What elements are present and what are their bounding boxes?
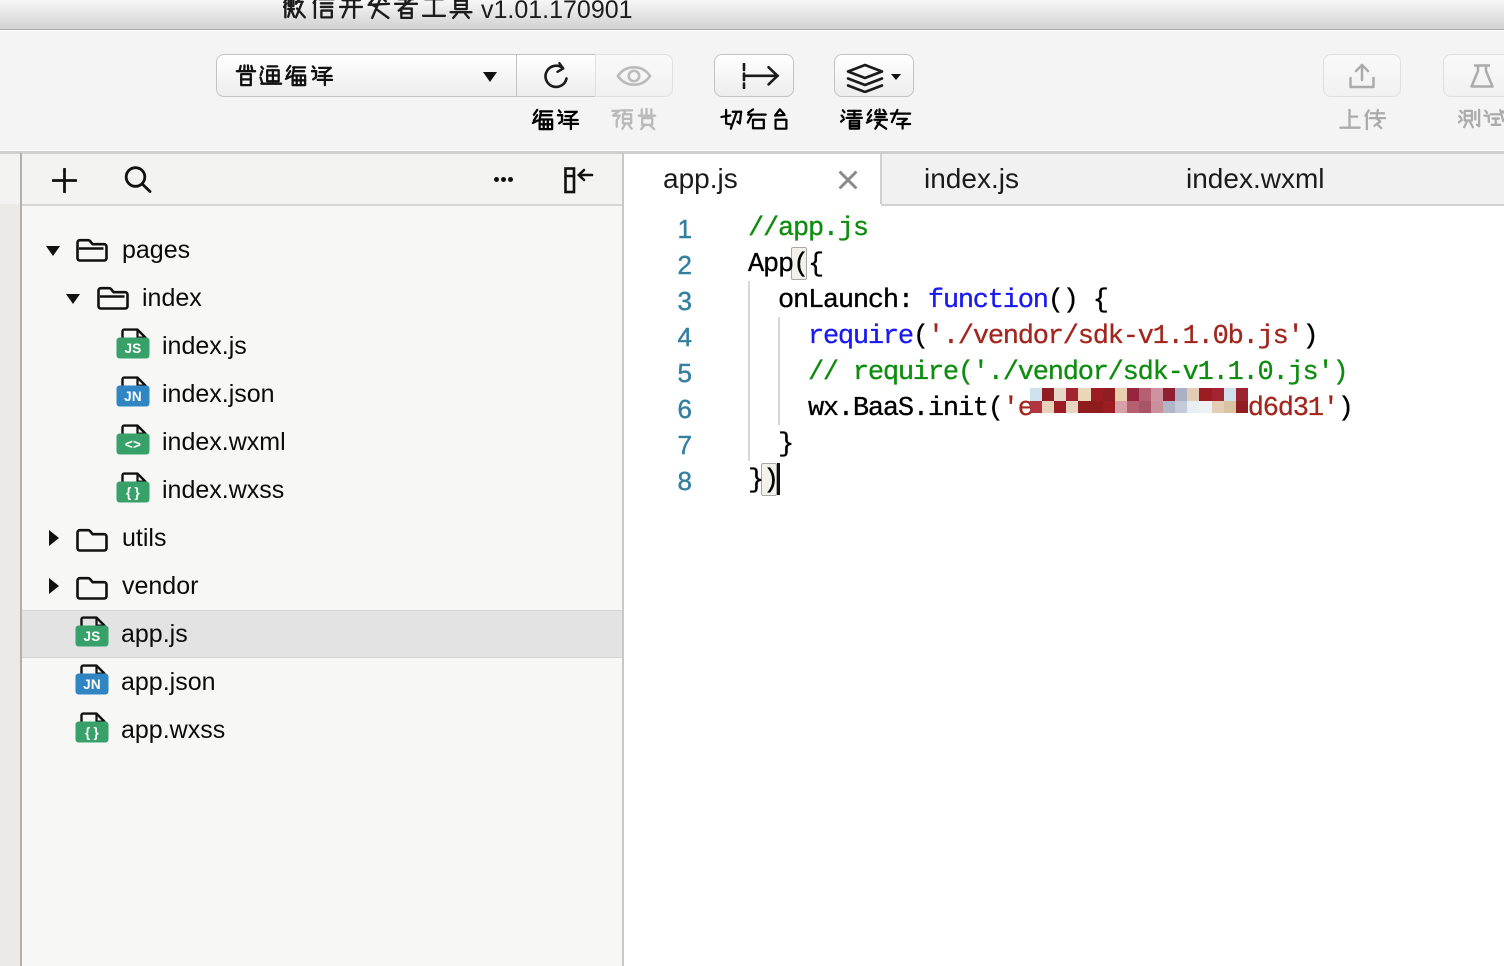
svg-text:JN: JN — [124, 389, 142, 404]
svg-text:JS: JS — [124, 341, 141, 356]
svg-text:{ }: { } — [85, 725, 100, 740]
svg-text:{ }: { } — [126, 485, 141, 500]
svg-text:JN: JN — [83, 677, 101, 692]
svg-text:<>: <> — [125, 437, 141, 452]
svg-text:JS: JS — [83, 629, 100, 644]
